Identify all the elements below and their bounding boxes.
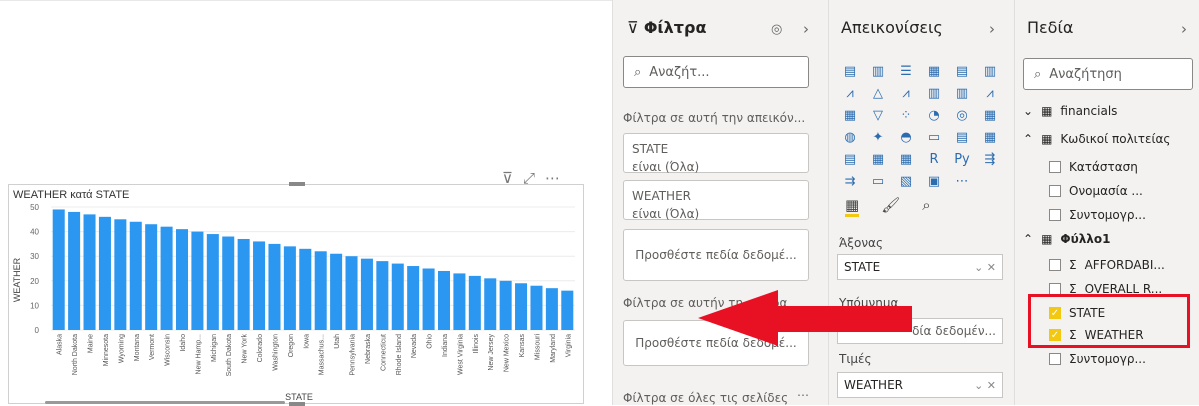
annotation-arrow (698, 290, 912, 346)
red-arrow (698, 290, 912, 346)
